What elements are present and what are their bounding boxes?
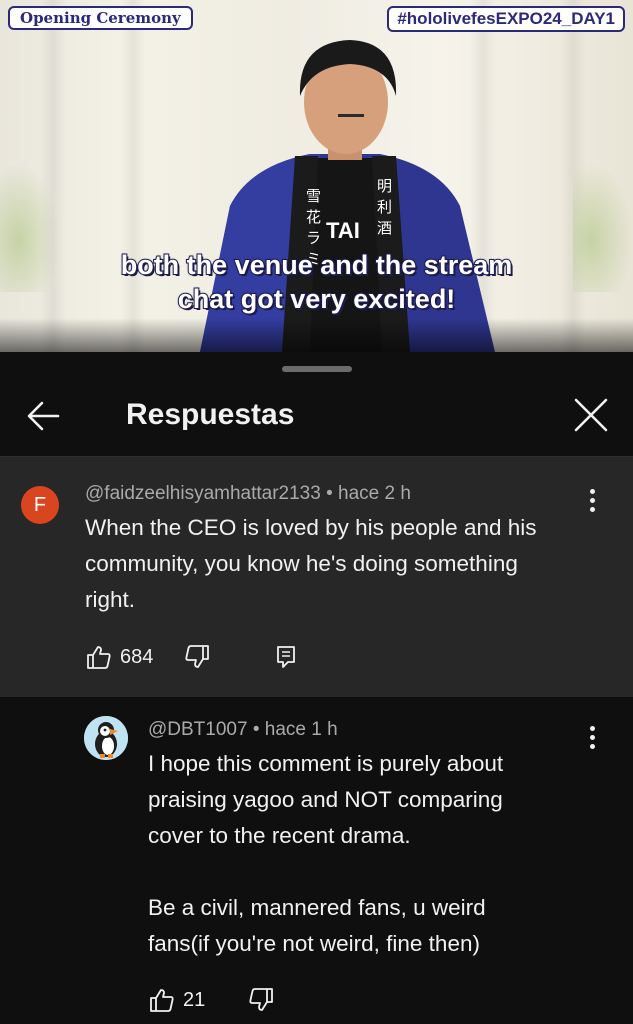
reply-author[interactable]: @DBT1007 (148, 719, 248, 740)
comment-text: When the CEO is loved by his people and … (85, 510, 605, 618)
reply-text-line: praising yagoo and NOT comparing (148, 787, 503, 812)
arrow-left-icon (27, 401, 60, 431)
reply-text-line: fans(if you're not weird, fine then) (148, 931, 480, 956)
like-button[interactable]: 21 (149, 984, 205, 1016)
svg-text:明: 明 (377, 177, 392, 195)
reply-text-line: cover to the recent drama. (148, 823, 411, 848)
dislike-button[interactable] (184, 641, 210, 673)
reply-text-line: I hope this comment is purely about (148, 751, 504, 776)
comment-meta: @faidzeelhisyamhattar2133 • hace 2 h (85, 483, 411, 505)
close-icon (574, 398, 608, 432)
reply-meta: @DBT1007 • hace 1 h (148, 719, 338, 741)
reply-time: • hace 1 h (252, 719, 338, 740)
avatar[interactable] (84, 716, 128, 760)
close-button[interactable] (568, 394, 614, 438)
stage-floor (0, 318, 633, 352)
like-count: 684 (120, 645, 154, 668)
like-count: 21 (183, 988, 206, 1011)
page-title: Respuestas (126, 398, 295, 431)
shirt-logo: TAI (326, 218, 360, 243)
event-hashtag-badge: #hololivefesEXPO24_DAY1 (387, 6, 625, 32)
comment-text-line: When the CEO is loved by his people and … (85, 515, 537, 540)
more-vert-icon (582, 489, 602, 512)
thumbs-up-icon (150, 989, 174, 1012)
video-player[interactable]: 雪 花 ラ ミ 明 利 酒 TAI both the venue and the… (0, 0, 633, 352)
video-subtitle-line: both the venue and the stream (120, 249, 514, 281)
svg-text:雪: 雪 (306, 187, 321, 205)
svg-text:利: 利 (377, 198, 392, 216)
thumbs-down-icon (249, 988, 273, 1011)
reply-text: I hope this comment is purely about prai… (148, 746, 608, 962)
video-subtitle-line: chat got very excited! (177, 283, 457, 315)
thumbs-up-icon (87, 646, 111, 669)
comment-author[interactable]: @faidzeelhisyamhattar2133 (85, 483, 321, 504)
avatar[interactable]: F (21, 486, 59, 524)
svg-text:酒: 酒 (377, 219, 392, 237)
dislike-button[interactable] (248, 984, 274, 1016)
sheet-header: Respuestas (0, 378, 633, 456)
comment-text-line: right. (85, 587, 136, 612)
replies-sheet: Respuestas F @faidzeelhisyamhattar2133 •… (0, 352, 633, 1024)
opening-ceremony-badge: Opening Ceremony (8, 6, 193, 30)
like-button[interactable]: 684 (86, 641, 153, 673)
back-button[interactable] (22, 396, 66, 436)
svg-text:ラ: ラ (306, 229, 321, 247)
reply-text-line (148, 854, 608, 890)
parent-comment: F @faidzeelhisyamhattar2133 • hace 2 h W… (0, 457, 633, 697)
thumbs-down-icon (185, 645, 209, 668)
comment-text-line: community, you know he's doing something (85, 551, 518, 576)
comment-reply-icon (277, 646, 295, 668)
svg-text:花: 花 (306, 208, 321, 226)
puffin-avatar-icon (84, 716, 128, 760)
drag-handle[interactable] (282, 366, 352, 372)
reply-button[interactable] (274, 641, 298, 673)
reply-text-line: Be a civil, mannered fans, u weird (148, 895, 486, 920)
comment-time: • hace 2 h (326, 483, 411, 504)
